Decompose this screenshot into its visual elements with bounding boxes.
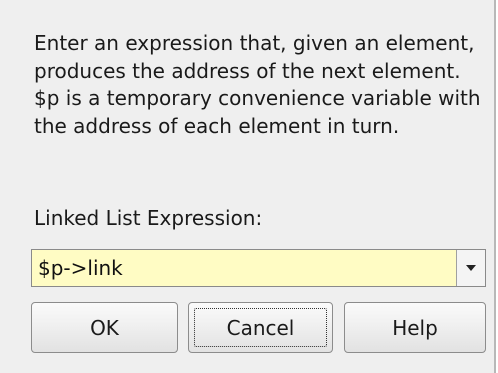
cancel-button-label: Cancel	[226, 315, 295, 340]
expression-dropdown-button[interactable]	[456, 250, 485, 286]
ok-button-label: OK	[90, 315, 119, 340]
help-button-label: Help	[392, 315, 438, 340]
expression-field-label: Linked List Expression:	[34, 206, 263, 230]
dialog-description: Enter an expression that, given an eleme…	[34, 31, 481, 138]
ok-button[interactable]: OK	[31, 302, 178, 353]
linked-list-expression-dialog: Enter an expression that, given an eleme…	[0, 0, 496, 373]
expression-combo-box[interactable]	[31, 249, 486, 287]
expression-input[interactable]	[32, 250, 456, 286]
cancel-button[interactable]: Cancel	[188, 302, 333, 353]
help-button[interactable]: Help	[344, 302, 486, 353]
chevron-down-icon	[466, 265, 476, 271]
